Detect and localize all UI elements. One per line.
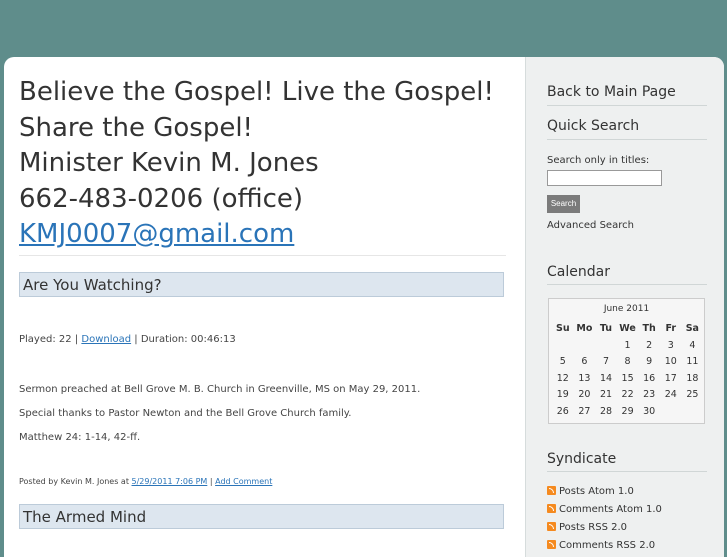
calendar-heading: Calendar — [547, 264, 610, 280]
calendar-day[interactable]: 3 — [660, 338, 682, 355]
duration: | Duration: 00:46:13 — [134, 334, 236, 345]
calendar-day[interactable]: 19 — [552, 387, 574, 404]
back-to-main-link[interactable]: Back to Main Page — [547, 84, 676, 100]
calendar-day[interactable]: 11 — [682, 354, 704, 371]
calendar-day[interactable]: 16 — [638, 371, 660, 388]
post-body-line-2: Special thanks to Pastor Newton and the … — [19, 408, 352, 419]
calendar-day[interactable]: 30 — [638, 404, 660, 421]
calendar-day[interactable]: 1 — [617, 338, 639, 355]
feed-link[interactable]: Posts Atom 1.0 — [547, 486, 634, 497]
post-title[interactable]: Are You Watching? — [19, 272, 504, 297]
syndicate-heading: Syndicate — [547, 451, 617, 467]
sidebar-divider — [547, 139, 707, 140]
email-link[interactable]: KMJ0007@gmail.com — [19, 219, 294, 249]
posted-by: Posted by Kevin M. Jones at — [19, 477, 129, 486]
calendar-day[interactable]: 29 — [617, 404, 639, 421]
title-line-3: Minister Kevin M. Jones — [19, 148, 319, 178]
calendar-weekday: Tu — [599, 323, 613, 334]
sidebar: Back to Main Page Quick Search Search on… — [525, 57, 724, 557]
calendar-blank — [552, 338, 574, 355]
calendar-day[interactable]: 24 — [660, 387, 682, 404]
calendar-day[interactable]: 20 — [574, 387, 596, 404]
post-meta: Played: 22 | Download | Duration: 00:46:… — [19, 334, 236, 345]
calendar-day[interactable]: 21 — [595, 387, 617, 404]
calendar: June 2011 Su Mo Tu We Th Fr Sa 1 2 3 4 5 6 7 8 9 10 11 12 1… — [548, 298, 705, 424]
search-input[interactable] — [547, 170, 662, 186]
divider — [19, 255, 506, 256]
calendar-day[interactable]: 8 — [617, 354, 639, 371]
calendar-blank — [574, 338, 596, 355]
calendar-day[interactable]: 2 — [638, 338, 660, 355]
calendar-day[interactable]: 5 — [552, 354, 574, 371]
calendar-day[interactable]: 4 — [682, 338, 704, 355]
calendar-weekday: Sa — [685, 323, 699, 334]
calendar-day[interactable]: 17 — [660, 371, 682, 388]
add-comment-link[interactable]: Add Comment — [215, 477, 272, 486]
calendar-day[interactable]: 23 — [638, 387, 660, 404]
calendar-day[interactable]: 15 — [617, 371, 639, 388]
calendar-month: June 2011 — [603, 304, 650, 314]
post-date-link[interactable]: 5/29/2011 7:06 PM — [132, 477, 208, 486]
feed-label: Posts Atom 1.0 — [559, 486, 634, 497]
post-body-line-3: Matthew 24: 1-14, 42-ff. — [19, 432, 141, 443]
page-title: Believe the Gospel! Live the Gospel! Sha… — [19, 75, 519, 253]
title-line-4: 662-483-0206 (office) — [19, 183, 304, 214]
feed-link[interactable]: Posts RSS 2.0 — [547, 522, 627, 533]
sidebar-divider — [547, 284, 707, 285]
calendar-day[interactable]: 18 — [682, 371, 704, 388]
footer-separator: | — [209, 477, 213, 486]
post-body-line-1: Sermon preached at Bell Grove M. B. Chur… — [19, 384, 421, 395]
calendar-day[interactable]: 26 — [552, 404, 574, 421]
feed-link[interactable]: Comments RSS 2.0 — [547, 540, 655, 551]
calendar-day[interactable]: 14 — [595, 371, 617, 388]
title-line-2: Share the Gospel! — [19, 112, 253, 143]
calendar-blank — [595, 338, 617, 355]
calendar-day[interactable]: 22 — [617, 387, 639, 404]
sidebar-divider — [547, 105, 707, 106]
calendar-day[interactable]: 6 — [574, 354, 596, 371]
title-line-1: Believe the Gospel! Live the Gospel! — [19, 77, 494, 107]
calendar-day[interactable]: 12 — [552, 371, 574, 388]
calendar-weekday: Th — [642, 323, 656, 334]
calendar-day[interactable]: 9 — [638, 354, 660, 371]
calendar-weekday: Su — [555, 323, 570, 334]
post-title[interactable]: The Armed Mind — [19, 504, 504, 529]
rss-icon — [547, 486, 556, 495]
page: Believe the Gospel! Live the Gospel! Sha… — [4, 57, 724, 557]
search-button[interactable]: Search — [547, 195, 580, 213]
calendar-grid: Su Mo Tu We Th Fr Sa 1 2 3 4 5 6 7 8 9 10 11 12 13 14 15 16 17 1… — [552, 321, 703, 420]
calendar-day[interactable]: 10 — [660, 354, 682, 371]
calendar-day[interactable]: 25 — [682, 387, 704, 404]
quick-search-heading: Quick Search — [547, 118, 640, 134]
played-count: Played: 22 | — [19, 334, 79, 345]
rss-icon — [547, 522, 556, 531]
advanced-search-link[interactable]: Advanced Search — [547, 220, 634, 231]
calendar-day[interactable]: 7 — [595, 354, 617, 371]
post-footer: Posted by Kevin M. Jones at 5/29/2011 7:… — [19, 477, 272, 486]
feed-label: Comments RSS 2.0 — [559, 540, 656, 551]
sidebar-divider — [547, 471, 707, 472]
calendar-day[interactable]: 13 — [574, 371, 596, 388]
calendar-weekday: Mo — [576, 323, 593, 334]
download-link[interactable]: Download — [81, 334, 131, 345]
main-content: Believe the Gospel! Live the Gospel! Sha… — [4, 57, 524, 557]
rss-icon — [547, 504, 556, 513]
calendar-weekday: Fr — [665, 323, 677, 334]
calendar-day[interactable]: 28 — [595, 404, 617, 421]
calendar-weekday: We — [619, 323, 636, 334]
feed-link[interactable]: Comments Atom 1.0 — [547, 504, 662, 515]
feed-label: Comments Atom 1.0 — [559, 504, 662, 515]
feed-label: Posts RSS 2.0 — [559, 522, 628, 533]
search-label: Search only in titles: — [547, 155, 650, 166]
calendar-day[interactable]: 27 — [574, 404, 596, 421]
